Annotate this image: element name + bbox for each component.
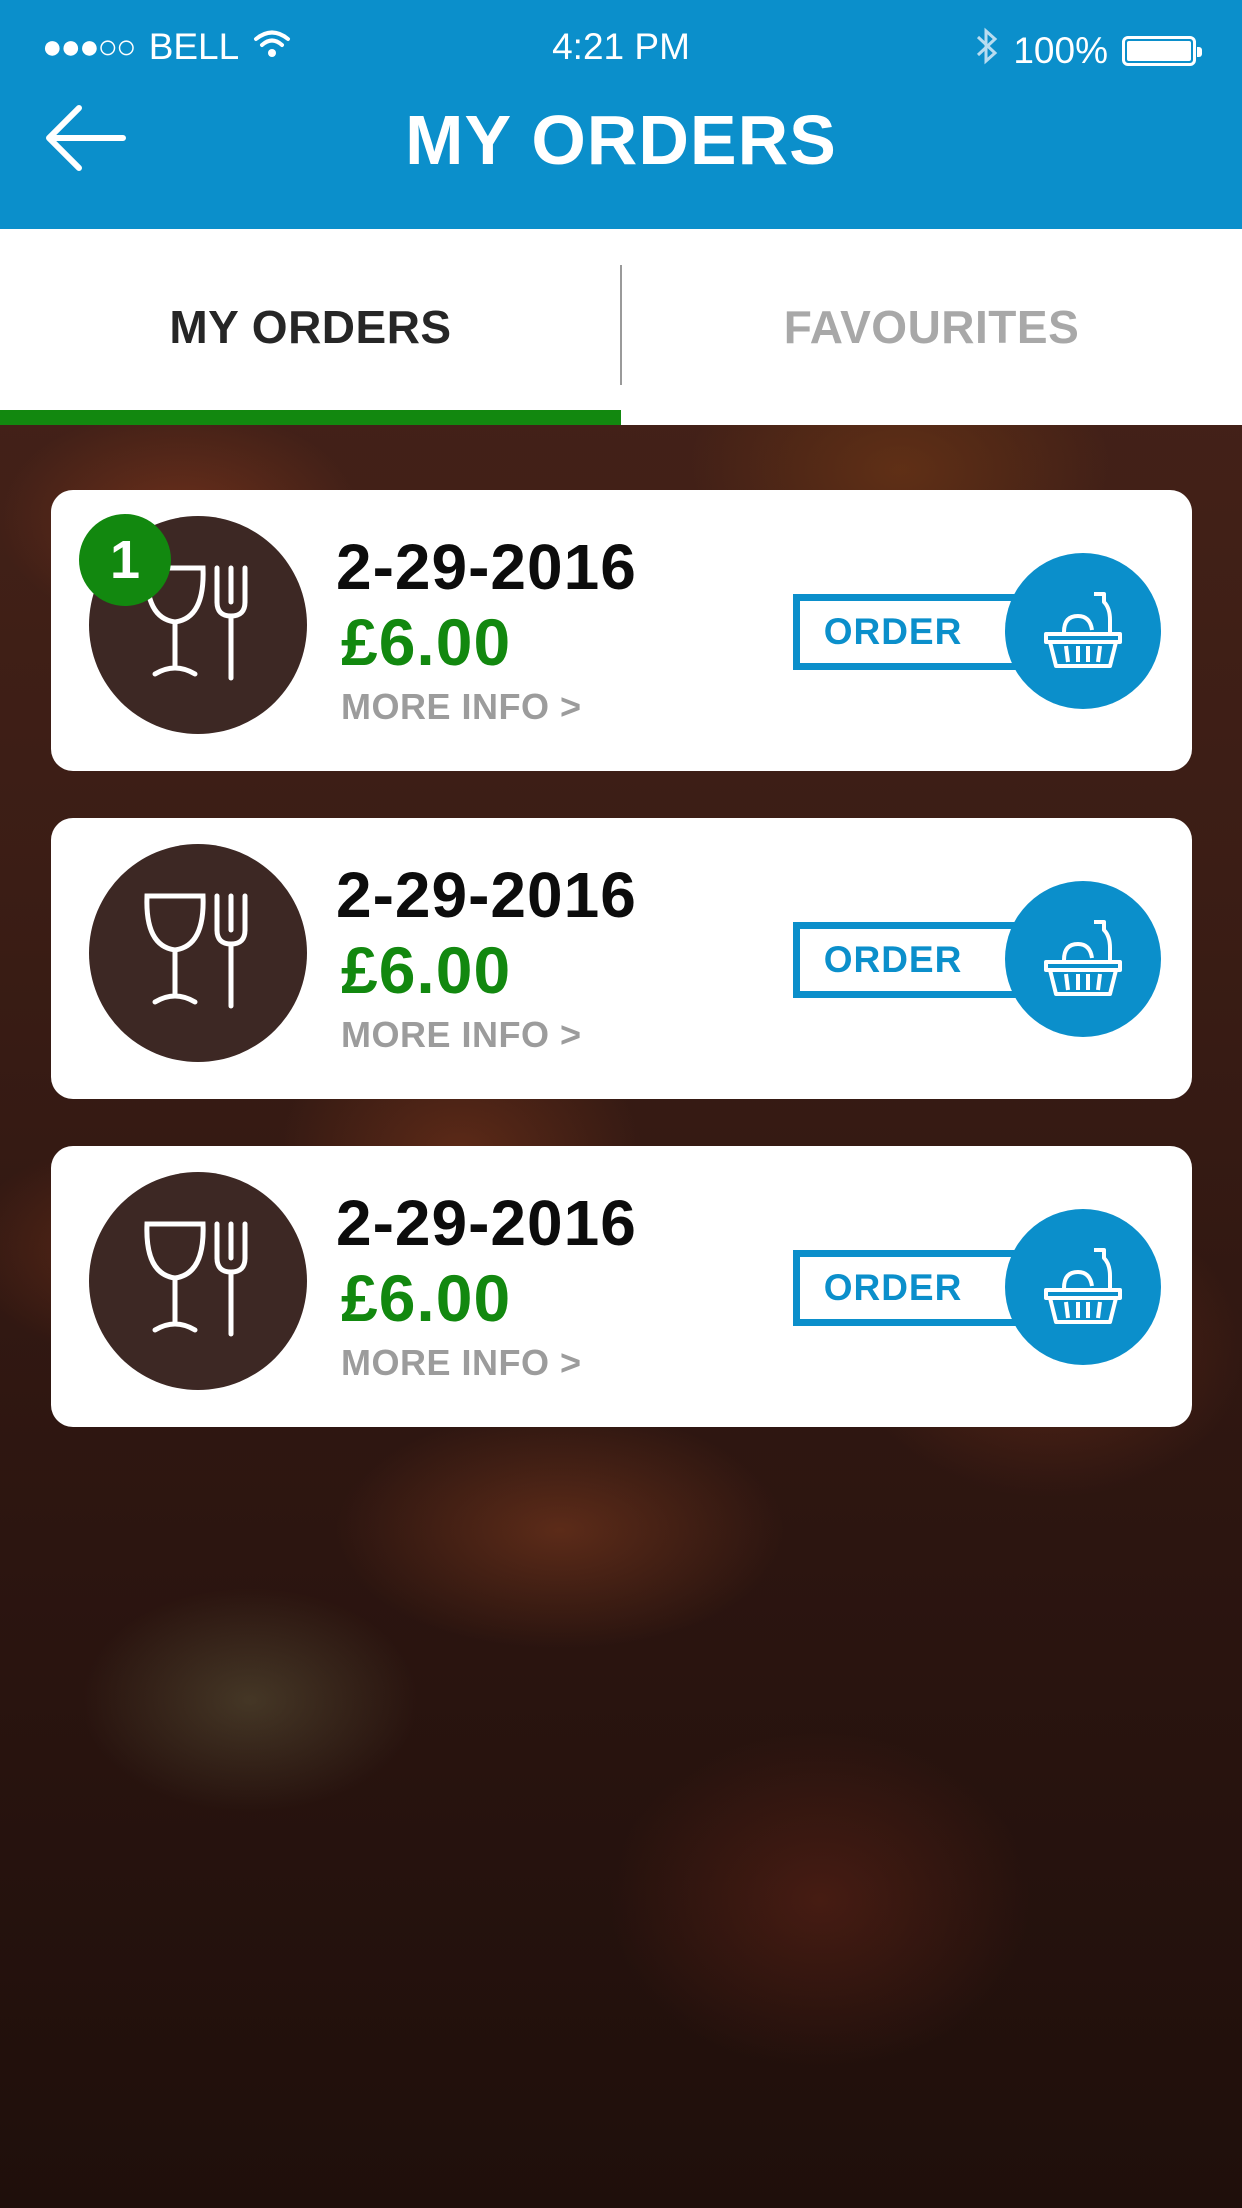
glass-fork-icon	[133, 1214, 263, 1349]
basket-icon	[1038, 584, 1128, 679]
order-avatar	[89, 1172, 307, 1390]
order-price: £6.00	[341, 605, 512, 679]
reorder-basket-button[interactable]	[1005, 553, 1161, 709]
order-button[interactable]: ORDER	[793, 1250, 1023, 1326]
battery-icon	[1122, 35, 1202, 66]
more-info-link[interactable]: MORE INFO >	[341, 1014, 582, 1056]
status-bar: ●●●○○ BELL 4:21 PM 100%	[0, 0, 1242, 92]
more-info-link[interactable]: MORE INFO >	[341, 1342, 582, 1384]
order-avatar	[89, 844, 307, 1062]
tab-bar: MY ORDERS FAVOURITES	[0, 229, 1242, 425]
basket-icon	[1038, 1240, 1128, 1335]
reorder-basket-button[interactable]	[1005, 1209, 1161, 1365]
tab-favourites[interactable]: FAVOURITES	[621, 229, 1242, 425]
battery-percent: 100%	[1013, 29, 1108, 71]
bluetooth-icon	[975, 26, 999, 75]
tab-my-orders[interactable]: MY ORDERS	[0, 229, 621, 425]
page-title: MY ORDERS	[405, 101, 837, 179]
more-info-link[interactable]: MORE INFO >	[341, 686, 582, 728]
glass-fork-icon	[133, 886, 263, 1021]
active-tab-indicator	[0, 410, 621, 425]
reorder-basket-button[interactable]	[1005, 881, 1161, 1037]
order-price: £6.00	[341, 1261, 512, 1335]
top-bar: ●●●○○ BELL 4:21 PM 100% MY ORDERS	[0, 0, 1242, 229]
basket-icon	[1038, 912, 1128, 1007]
order-button[interactable]: ORDER	[793, 922, 1023, 998]
order-price: £6.00	[341, 933, 512, 1007]
order-card[interactable]: 2-29-2016 £6.00 MORE INFO > ORDER	[51, 1146, 1192, 1427]
order-card[interactable]: 1 2-29-2016 £6.00 MORE INFO > ORDER	[51, 490, 1192, 771]
order-date: 2-29-2016	[336, 531, 637, 603]
order-date: 2-29-2016	[336, 859, 637, 931]
order-button[interactable]: ORDER	[793, 594, 1023, 670]
order-date: 2-29-2016	[336, 1187, 637, 1259]
order-count-badge: 1	[79, 514, 171, 606]
order-card[interactable]: 2-29-2016 £6.00 MORE INFO > ORDER	[51, 818, 1192, 1099]
